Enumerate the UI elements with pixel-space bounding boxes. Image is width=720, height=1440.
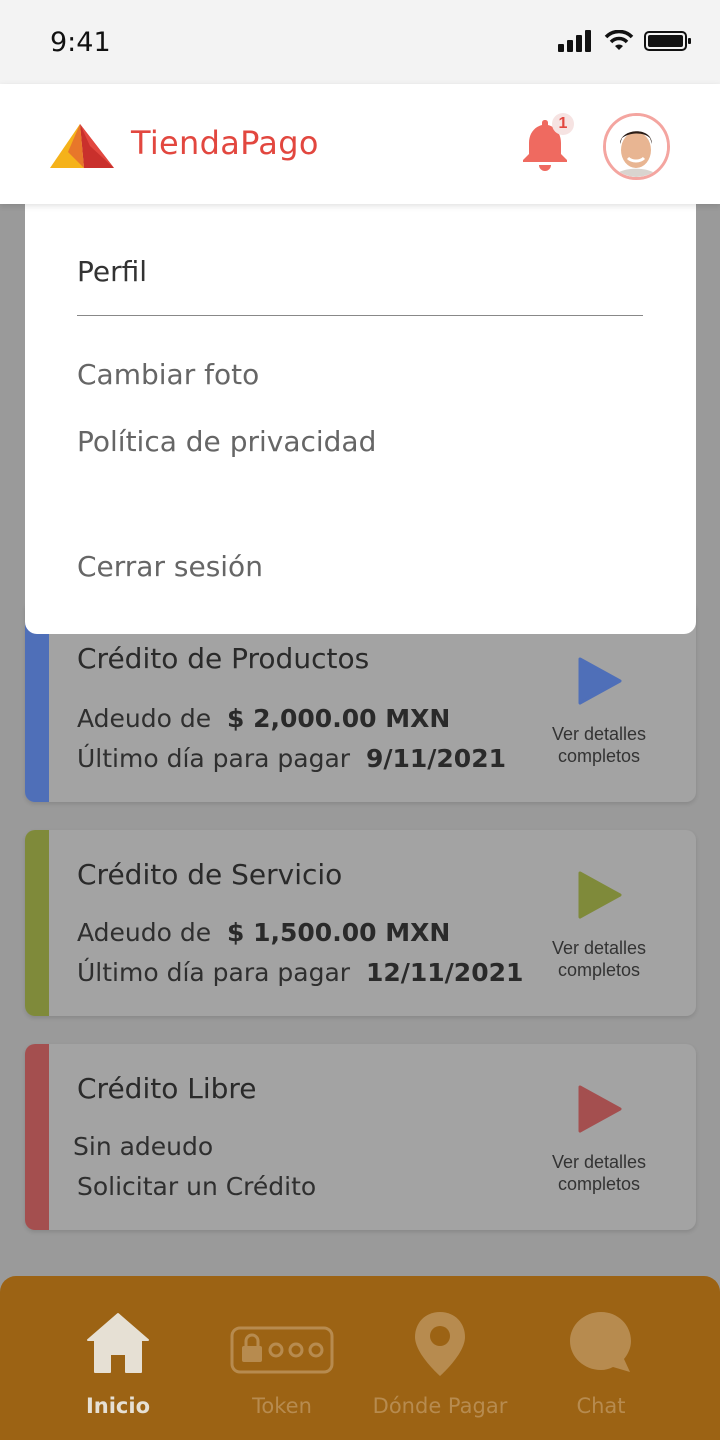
debt-value: $ 2,000.00 MXN bbox=[227, 704, 451, 733]
tiendapago-logo-icon bbox=[50, 124, 114, 168]
view-details-button[interactable]: Ver detalles completos bbox=[545, 870, 653, 981]
credit-card-servicio[interactable]: Crédito de Servicio Adeudo de $ 1,500.00… bbox=[25, 830, 696, 1016]
play-icon bbox=[578, 1085, 622, 1133]
due-value: 12/11/2021 bbox=[365, 958, 524, 987]
profile-menu: Perfil Cambiar foto Política de privacid… bbox=[25, 195, 696, 634]
nav-item-chat[interactable]: Chat bbox=[528, 1276, 674, 1440]
debt-label: Adeudo de bbox=[77, 704, 212, 733]
avatar[interactable] bbox=[603, 113, 670, 180]
view-details-label: Ver detalles completos bbox=[551, 724, 647, 766]
play-icon bbox=[578, 657, 622, 705]
menu-item-logout[interactable]: Cerrar sesión bbox=[77, 550, 263, 583]
view-details-label: Ver detalles completos bbox=[551, 1152, 647, 1194]
card-due-row: Último día para pagar 9/11/2021 bbox=[77, 744, 506, 773]
status-icons bbox=[558, 30, 692, 52]
notification-badge: 1 bbox=[552, 113, 574, 135]
card-accent-stripe bbox=[25, 830, 49, 1016]
nav-item-token[interactable]: Token bbox=[200, 1276, 364, 1440]
card-title: Crédito Libre bbox=[77, 1072, 257, 1105]
nav-label: Inicio bbox=[85, 1394, 151, 1418]
token-icon bbox=[230, 1326, 334, 1374]
menu-item-change-photo[interactable]: Cambiar foto bbox=[77, 358, 259, 391]
signal-icon bbox=[558, 30, 591, 52]
due-label: Último día para pagar bbox=[77, 744, 351, 773]
battery-icon bbox=[644, 31, 691, 51]
chat-icon bbox=[570, 1312, 631, 1372]
nav-item-donde-pagar[interactable]: Dónde Pagar bbox=[366, 1276, 514, 1440]
location-icon bbox=[415, 1312, 465, 1376]
debt-value: $ 1,500.00 MXN bbox=[227, 918, 451, 947]
view-details-label: Ver detalles completos bbox=[551, 938, 647, 980]
status-time: 9:41 bbox=[50, 27, 111, 58]
play-icon bbox=[578, 871, 622, 919]
view-details-button[interactable]: Ver detalles completos bbox=[545, 656, 653, 767]
debt-label: Adeudo de bbox=[77, 918, 212, 947]
due-label: Último día para pagar bbox=[77, 958, 351, 987]
divider bbox=[77, 315, 643, 316]
logo bbox=[50, 122, 116, 175]
nav-item-inicio[interactable]: Inicio bbox=[38, 1276, 198, 1440]
card-debt-row: Adeudo de $ 2,000.00 MXN bbox=[77, 704, 450, 733]
card-accent-stripe bbox=[25, 1044, 49, 1230]
nav-label: Dónde Pagar bbox=[372, 1394, 508, 1418]
credit-card-libre[interactable]: Crédito Libre Sin adeudo Solicitar un Cr… bbox=[25, 1044, 696, 1230]
due-value: 9/11/2021 bbox=[365, 744, 506, 773]
app-header: TiendaPago 1 bbox=[0, 84, 720, 204]
card-title: Crédito de Servicio bbox=[77, 858, 343, 891]
nav-label: Chat bbox=[576, 1394, 626, 1418]
no-debt-text: Sin adeudo bbox=[73, 1132, 214, 1161]
card-title: Crédito de Productos bbox=[77, 642, 370, 675]
status-bar: 9:41 bbox=[0, 0, 720, 84]
card-due-row: Último día para pagar 12/11/2021 bbox=[77, 958, 523, 987]
home-icon bbox=[87, 1313, 149, 1373]
profile-menu-title: Perfil bbox=[77, 255, 148, 288]
request-credit-link[interactable]: Solicitar un Crédito bbox=[77, 1172, 316, 1201]
nav-label: Token bbox=[252, 1394, 312, 1418]
wifi-icon bbox=[604, 30, 634, 50]
bottom-nav: Inicio Token Dónde Pagar Chat bbox=[0, 1276, 720, 1440]
brand-name: TiendaPago bbox=[131, 124, 319, 162]
view-details-button[interactable]: Ver detalles completos bbox=[545, 1084, 653, 1195]
user-avatar-icon bbox=[606, 116, 667, 177]
card-debt-row: Adeudo de $ 1,500.00 MXN bbox=[77, 918, 450, 947]
menu-item-privacy-policy[interactable]: Política de privacidad bbox=[77, 425, 376, 458]
